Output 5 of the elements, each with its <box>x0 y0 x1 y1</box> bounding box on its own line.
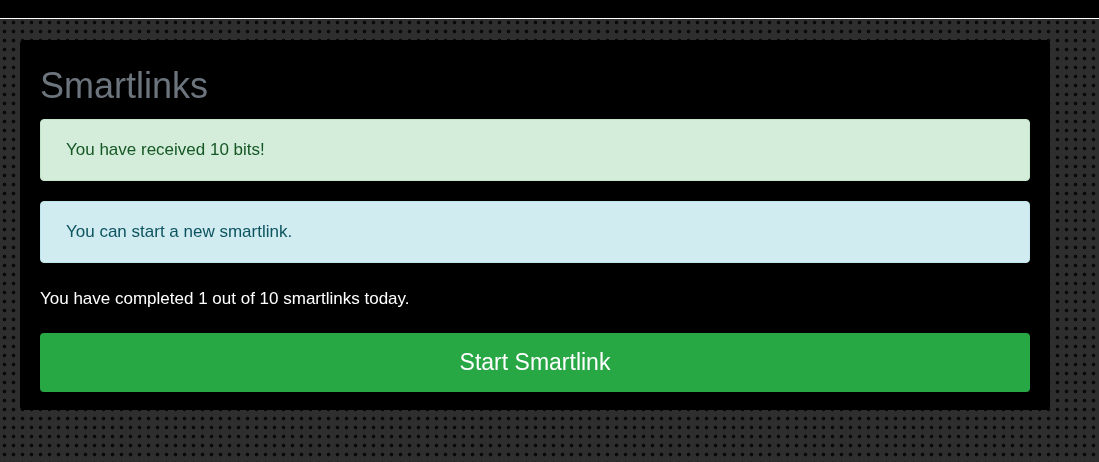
progress-text: You have completed 1 out of 10 smartlinks today. <box>40 288 411 310</box>
success-alert: You have received 10 bits! <box>40 119 1030 181</box>
page-title: Smartlinks <box>40 64 210 108</box>
info-alert: You can start a new smartlink. <box>40 201 1030 263</box>
start-smartlink-button[interactable]: Start Smartlink <box>40 333 1030 392</box>
